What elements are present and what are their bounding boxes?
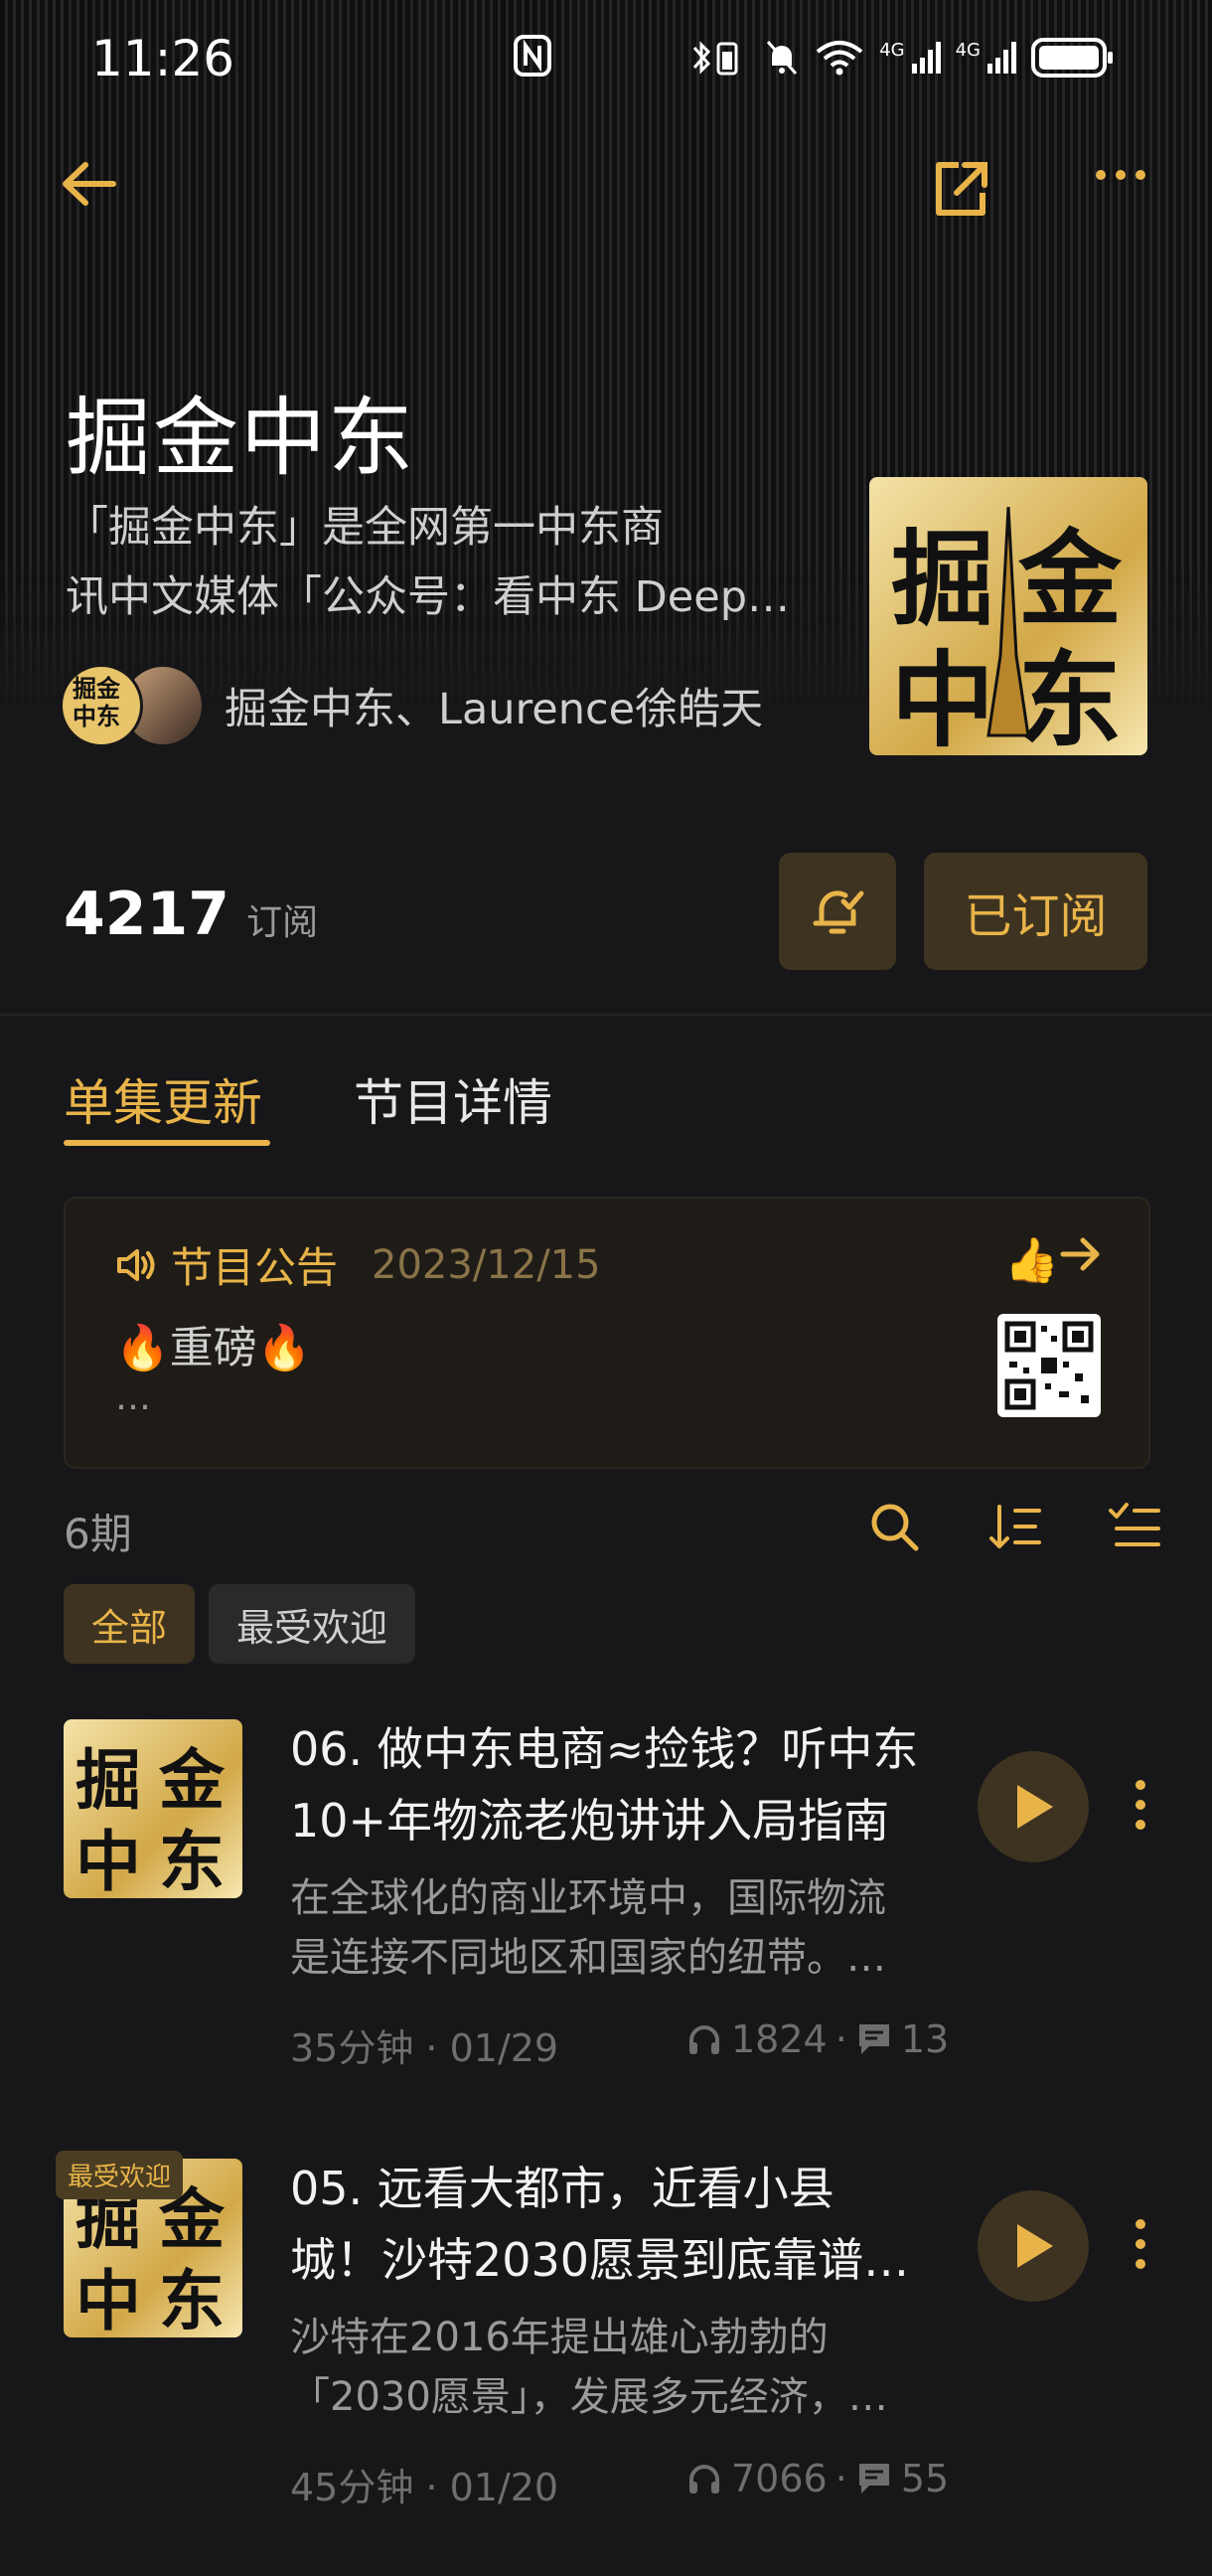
status-bar: 11:26 4G 4G	[0, 28, 1212, 87]
podcast-description[interactable]: 「掘金中东」是全网第一中东商 讯中文媒体「公众号：看中东 Deep…	[66, 493, 840, 632]
announcement-label: 节目公告	[171, 1243, 339, 1292]
announcement-card[interactable]: 节目公告 2023/12/15 🔥重磅🔥 … 👍	[64, 1197, 1150, 1469]
arrow-right-icon[interactable]	[1059, 1234, 1103, 1278]
filter-all[interactable]: 全部	[64, 1584, 196, 1664]
back-arrow-icon[interactable]	[60, 159, 117, 213]
description-line-2: 讯中文媒体「公众号：看中东 Deep…	[66, 572, 790, 622]
episode-desc-line-1: 沙特在2016年提出雄心勃勃的	[290, 2315, 829, 2360]
share-icon[interactable]	[929, 157, 992, 225]
episode-title-line-1: 05. 远看大都市，近看小县	[290, 2162, 834, 2215]
episode-title-line-2: 10+年物流老炮讲讲入局指南	[290, 1794, 890, 1848]
subscriber-count: 4217	[64, 880, 229, 949]
episode-item[interactable]: 掘 金 中 东 06. 做中东电商≈捡钱？听中东 10+年物流老炮讲讲入局指南 …	[0, 1719, 1212, 2137]
thumbs-up-icon: 👍	[1004, 1235, 1059, 1286]
comment-icon	[858, 2464, 889, 2494]
play-button[interactable]	[978, 1751, 1089, 1862]
announcement-more: …	[115, 1377, 151, 1418]
notification-bell-button[interactable]	[779, 853, 896, 970]
sort-icon[interactable]	[987, 1499, 1043, 1558]
episode-title-line-1: 06. 做中东电商≈捡钱？听中东	[290, 1722, 919, 1776]
episode-stats: 7066 · 55	[685, 2457, 949, 2500]
episode-desc-line-1: 在全球化的商业环境中，国际物流	[290, 1875, 886, 1921]
episode-count: 6期	[64, 1510, 132, 1558]
podcast-title: 掘金中东	[66, 389, 415, 488]
bluetooth-battery-icon	[690, 38, 750, 81]
episode-desc-line-2: 是连接不同地区和国家的纽带。…	[290, 1935, 886, 1981]
episode-title: 06. 做中东电商≈捡钱？听中东 10+年物流老炮讲讲入局指南	[290, 1713, 946, 1856]
nfc-icon	[513, 34, 552, 81]
status-icons: 4G 4G	[690, 36, 1115, 83]
wifi-icon	[814, 38, 865, 81]
announcement-header: 节目公告 2023/12/15	[115, 1234, 601, 1295]
episode-desc-line-2: 「2030愿景」，发展多元经济，…	[290, 2374, 888, 2420]
episode-description: 沙特在2016年提出雄心勃勃的 「2030愿景」，发展多元经济，…	[290, 2308, 946, 2427]
episode-title: 05. 远看大都市，近看小县 城！沙特2030愿景到底靠谱…	[290, 2153, 946, 2296]
tower-graphic	[986, 507, 1030, 737]
host-avatar-1: 掘金 中东	[60, 664, 143, 747]
ep-cover-char-3: 中	[76, 1824, 141, 1898]
play-icon	[1017, 1785, 1053, 1829]
announcement-body: 🔥重磅🔥	[115, 1323, 312, 1373]
status-time: 11:26	[91, 30, 235, 87]
episode-more-icon[interactable]	[1133, 1777, 1148, 1837]
hosts-row[interactable]: 掘金 中东 掘金中东、Laurence徐皓天	[60, 664, 763, 747]
tab-active-indicator	[64, 1140, 270, 1146]
episode-plays: 7066	[731, 2457, 828, 2500]
hosts-names: 掘金中东、Laurence徐皓天	[225, 685, 764, 734]
episode-duration-date: 35分钟 · 01/29	[290, 2026, 559, 2070]
episode-stats: 1824 · 13	[685, 2017, 949, 2061]
battery-icon	[1031, 36, 1115, 83]
announcement-date: 2023/12/15	[372, 1241, 601, 1288]
episode-comments: 13	[900, 2017, 950, 2061]
episode-comments: 55	[900, 2457, 950, 2500]
more-icon[interactable]	[1093, 167, 1148, 187]
search-icon[interactable]	[866, 1499, 922, 1558]
mute-icon	[764, 38, 800, 81]
comment-icon	[858, 2024, 889, 2054]
podcast-cover: 掘 金 中 东	[869, 477, 1147, 755]
subscribed-button[interactable]: 已订阅	[924, 853, 1147, 970]
headphones-icon	[689, 2465, 719, 2494]
headphones-icon	[689, 2025, 719, 2054]
bell-check-icon	[813, 890, 864, 934]
cover-char-3: 中	[891, 640, 995, 755]
qr-code-image	[997, 1314, 1101, 1417]
stats-separator: ·	[834, 2017, 847, 2061]
play-button[interactable]	[978, 2190, 1089, 2302]
subscriber-stats: 4217 订阅	[64, 880, 318, 949]
ep-cover-char-4: 东	[159, 1824, 225, 1898]
signal-icon-1: 4G	[879, 40, 941, 80]
popular-badge: 最受欢迎	[56, 2151, 184, 2199]
multi-select-icon[interactable]	[1107, 1499, 1162, 1558]
speaker-icon	[117, 1248, 155, 1281]
stats-separator: ·	[834, 2457, 847, 2500]
episode-more-icon[interactable]	[1133, 2216, 1148, 2276]
tab-details[interactable]: 节目详情	[354, 1063, 552, 1135]
ep-cover-char-3: 中	[76, 2263, 141, 2337]
episode-cover: 掘 金 中 东	[64, 1719, 242, 1898]
avatar-logo-text: 掘金 中东	[73, 675, 120, 730]
filter-popular[interactable]: 最受欢迎	[209, 1584, 416, 1664]
signal-icon-2: 4G	[956, 40, 1017, 80]
episode-title-line-2: 城！沙特2030愿景到底靠谱…	[290, 2233, 910, 2287]
description-line-1: 「掘金中东」是全网第一中东商	[66, 503, 664, 553]
subscriber-unit: 订阅	[246, 902, 319, 943]
ep-cover-char-4: 东	[159, 2263, 225, 2337]
section-divider	[0, 1014, 1212, 1016]
episode-description: 在全球化的商业环境中，国际物流 是连接不同地区和国家的纽带。…	[290, 1868, 946, 1988]
episode-plays: 1824	[731, 2017, 828, 2061]
tab-episodes[interactable]: 单集更新	[64, 1063, 262, 1135]
play-icon	[1017, 2224, 1053, 2268]
episode-duration-date: 45分钟 · 01/20	[290, 2466, 559, 2509]
episode-item[interactable]: 掘 金 中 东 最受欢迎 05. 远看大都市，近看小县 城！沙特2030愿景到底…	[0, 2151, 1212, 2576]
